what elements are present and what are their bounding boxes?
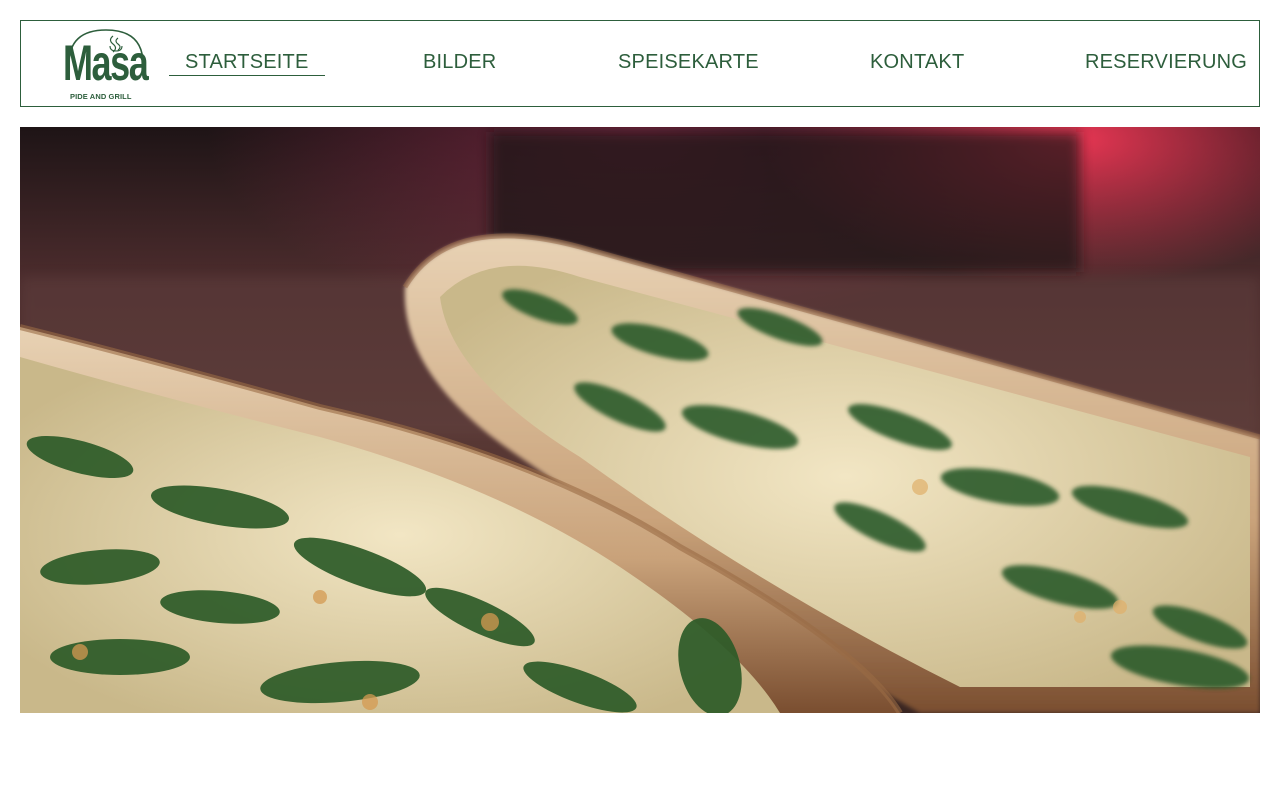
main-nav: STARTSEITE BILDER SPEISEKARTE KONTAKT RE… xyxy=(169,21,1247,106)
nav-item-kontakt[interactable]: KONTAKT xyxy=(870,51,964,74)
pide-photo-icon xyxy=(20,127,1260,713)
brand-tagline: PIDE AND GRILL xyxy=(70,92,132,101)
nav-item-startseite[interactable]: STARTSEITE xyxy=(169,51,324,76)
hero-image xyxy=(20,127,1260,713)
nav-item-reservierung[interactable]: RESERVIERUNG xyxy=(1085,51,1247,74)
brand-name: masa xyxy=(63,35,149,91)
nav-item-bilder[interactable]: BILDER xyxy=(423,51,496,74)
brand-logo[interactable]: masa PIDE AND GRILL xyxy=(61,26,151,104)
site-header: masa PIDE AND GRILL STARTSEITE BILDER SP… xyxy=(20,20,1260,107)
nav-item-speisekarte[interactable]: SPEISEKARTE xyxy=(618,51,759,74)
